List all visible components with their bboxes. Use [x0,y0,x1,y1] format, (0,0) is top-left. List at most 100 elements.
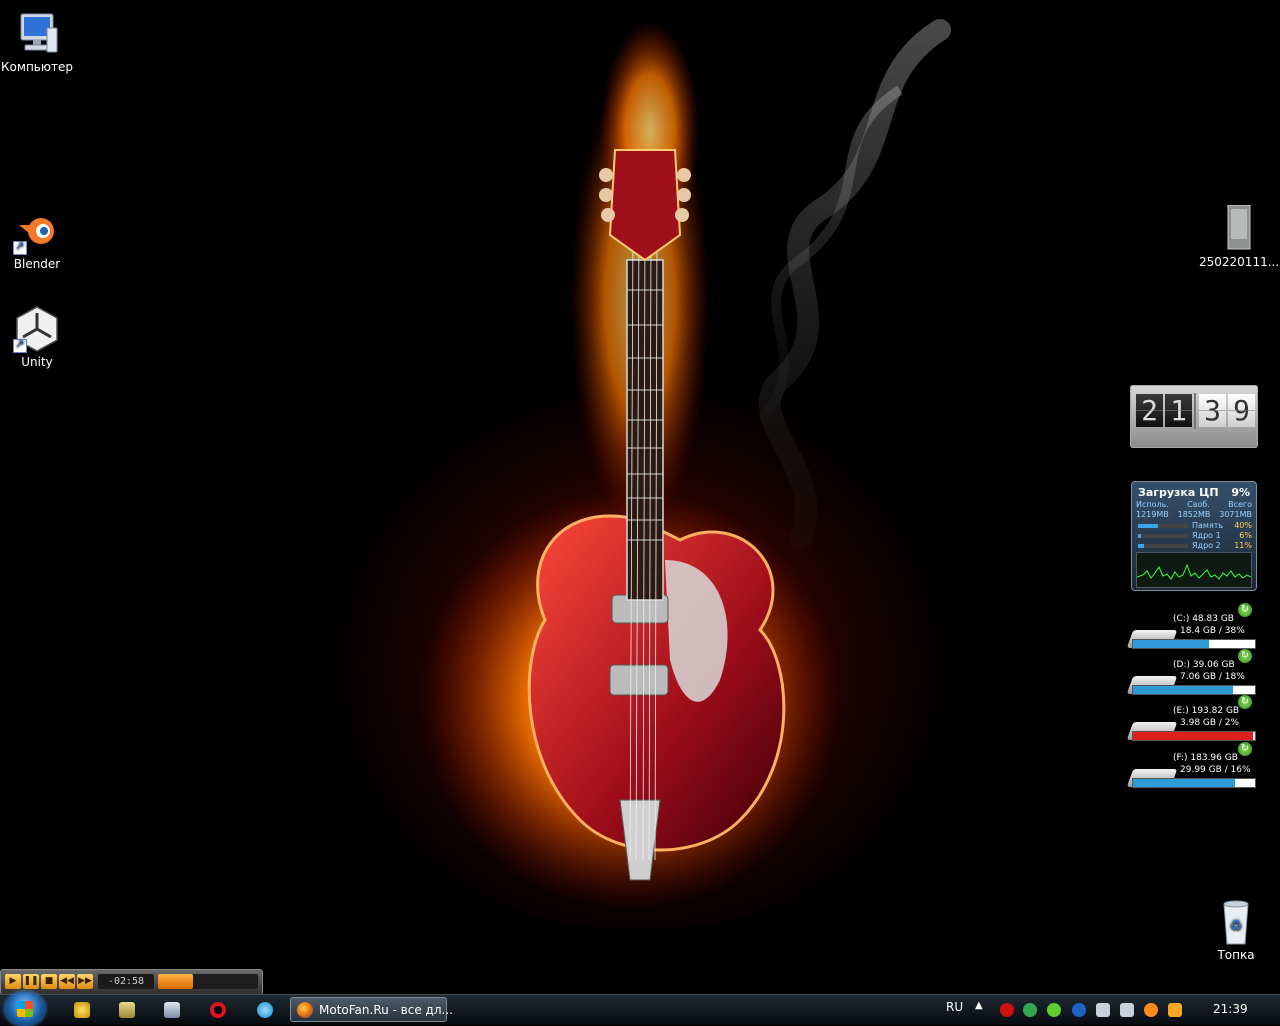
flip-clock-gadget[interactable]: 2 1 3 9 [1130,385,1258,448]
cpu-percent: 9% [1231,486,1250,499]
desktop-icon-label: Unity [21,355,53,369]
media-player-toolbar: ▶ ❚❚ ■ ◀◀ ▶▶ -02:58 [0,969,263,994]
cpu-meter-gadget[interactable]: Загрузка ЦП 9% Исполь. Своб. Всего 1219M… [1131,481,1257,591]
taskbar-clock[interactable]: 21:39 [1213,1002,1248,1016]
unity-icon [13,305,61,353]
desktop-icon-image-file[interactable]: 250220111... [1199,204,1280,269]
memory-values: 1219MB 1852MB 3071MB [1136,510,1252,519]
quicklaunch-aimp-icon[interactable] [74,1002,90,1018]
drive-usage-fill [1133,732,1253,740]
refresh-icon[interactable]: ↻ [1238,603,1252,617]
tray-player-icon[interactable] [1168,1003,1182,1017]
quicklaunch-opera-icon[interactable] [210,1002,226,1018]
memory-header-total: Всего [1228,500,1252,509]
tray-antivirus-icon[interactable] [1000,1003,1014,1017]
tray-agent-icon[interactable] [1023,1003,1037,1017]
taskbar-window-firefox[interactable]: MotoFan.Ru - все дл... [290,997,453,1022]
meter-label: Память [1192,521,1224,530]
wallpaper-flaming-guitar [280,19,1000,930]
clock-minute-tens: 3 [1199,394,1226,427]
desktop: Компьютер Blender Unity [0,0,1280,994]
drive-gadget-d[interactable]: (D:) 39.06 GB 7.06 GB / 18% ↻ [1126,649,1256,700]
drive-usage-fill [1133,779,1236,787]
shortcut-arrow-icon [13,337,27,353]
meter-value: 40% [1234,521,1252,530]
desktop-icon-unity[interactable]: Unity [0,305,74,369]
volume-slider[interactable] [158,974,258,989]
drive-usage-fill [1133,686,1234,694]
computer-icon [13,10,61,58]
start-button[interactable] [5,992,45,1026]
meter-value: 6% [1239,531,1252,540]
drive-gadget-f[interactable]: (F:) 183.96 GB 29.99 GB / 16% ↻ [1126,742,1256,793]
tray-bluetooth-icon[interactable] [1072,1003,1086,1017]
next-icon[interactable]: ▶▶ [77,974,93,989]
taskbar: MotoFan.Ru - все дл... RU ▲ 21:39 [0,992,1280,1026]
drive-usage-bar [1132,778,1256,788]
tray-icq-icon[interactable] [1047,1003,1061,1017]
previous-icon[interactable]: ◀◀ [59,974,75,989]
memory-used-value: 1219MB [1136,510,1169,519]
clock-hour-tens: 2 [1136,394,1163,427]
drive-gadget-e[interactable]: (E:) 193.82 GB 3.98 GB / 2% ↻ [1126,695,1256,746]
tray-update-icon[interactable] [1144,1003,1158,1017]
blender-icon [13,207,61,255]
memory-total-value: 3071MB [1219,510,1252,519]
quicklaunch-skype-icon[interactable] [257,1002,273,1018]
drive-usage: 7.06 GB / 18% [1180,672,1245,682]
quicklaunch-document-icon[interactable] [164,1002,180,1018]
refresh-icon[interactable]: ↻ [1238,695,1252,709]
drive-usage: 29.99 GB / 16% [1180,765,1251,775]
desktop-icon-label: 250220111... [1199,255,1280,269]
memory-free-value: 1852MB [1177,510,1211,519]
clock-divider [1194,393,1196,429]
play-icon[interactable]: ▶ [5,974,21,989]
desktop-icon-label: Blender [13,257,61,271]
desktop-icon-recycle-bin[interactable]: ♻ Топка [1199,898,1273,962]
volume-fill [158,974,193,989]
memory-header-free: Своб. [1187,500,1210,509]
meter-row-core2: Ядро 2 11% [1136,541,1252,551]
language-indicator[interactable]: RU [946,1000,963,1014]
drive-name: (C:) 48.83 GB [1173,614,1234,624]
player-time: -02:58 [98,974,154,989]
pause-icon[interactable]: ❚❚ [23,974,39,989]
meter-row-core1: Ядро 1 6% [1136,531,1252,541]
drive-name: (E:) 193.82 GB [1173,706,1240,716]
quicklaunch-folder-icon[interactable] [119,1002,135,1018]
meter-row-memory: Память 40% [1136,521,1252,531]
drive-name: (F:) 183.96 GB [1173,753,1238,763]
show-hidden-icons-button[interactable]: ▲ [975,1000,983,1011]
stop-icon[interactable]: ■ [41,974,57,989]
tray-network-icon[interactable] [1096,1003,1110,1017]
drive-usage-bar [1132,639,1256,649]
meter-label: Ядро 2 [1192,541,1221,550]
cpu-history-graph [1136,552,1252,588]
svg-text:♻: ♻ [1230,918,1243,934]
drive-usage-fill [1133,640,1209,648]
meter-label: Ядро 1 [1192,531,1221,540]
drive-usage-bar [1132,731,1256,741]
drive-usage-bar [1132,685,1256,695]
drive-usage: 3.98 GB / 2% [1180,718,1240,728]
memory-header-used: Исполь. [1136,500,1169,509]
desktop-icon-computer[interactable]: Компьютер [0,10,74,74]
cpu-gadget-title: Загрузка ЦП [1138,486,1219,499]
drive-usage: 18.4 GB / 38% [1180,626,1245,636]
drive-gadget-c[interactable]: (C:) 48.83 GB 18.4 GB / 38% ↻ [1126,603,1256,654]
refresh-icon[interactable]: ↻ [1238,649,1252,663]
tray-volume-icon[interactable] [1120,1003,1134,1017]
memory-headers: Исполь. Своб. Всего [1136,500,1252,509]
clock-minute-ones: 9 [1228,394,1255,427]
recycle-bin-icon: ♻ [1212,898,1260,946]
desktop-icon-label: Компьютер [1,60,73,74]
taskbar-window-label: MotoFan.Ru - все дл... [319,1003,453,1017]
meter-fill [1138,524,1158,528]
refresh-icon[interactable]: ↻ [1238,742,1252,756]
firefox-icon [297,1002,313,1018]
desktop-icon-blender[interactable]: Blender [0,207,74,271]
meter-fill [1138,534,1141,538]
meter-fill [1138,544,1144,548]
clock-hour-ones: 1 [1165,394,1192,427]
shortcut-arrow-icon [13,239,27,255]
